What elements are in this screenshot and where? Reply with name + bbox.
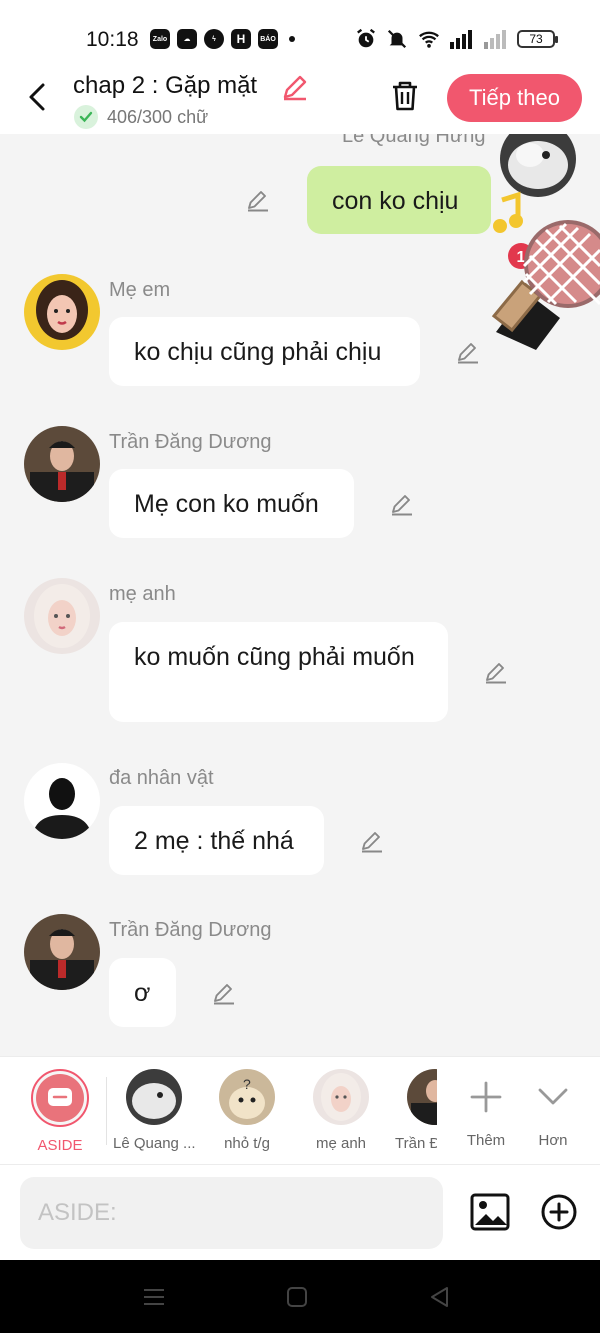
message-bubble[interactable]: ko muốn cũng phải muốn [109, 622, 448, 722]
sender-name: Trần Đăng Dương [109, 919, 272, 941]
message-text: ơ [134, 979, 151, 1007]
avatar [407, 1069, 437, 1125]
chevron-left-icon [29, 83, 45, 111]
character-selector: ASIDE Lê Quang ... ? nhỏ t/g mẹ anh Trần… [0, 1056, 600, 1164]
menu-icon[interactable] [141, 1284, 167, 1310]
avatar[interactable] [500, 134, 576, 197]
avatar[interactable] [24, 426, 100, 502]
avatar[interactable] [24, 763, 100, 839]
aside-avatar [31, 1069, 89, 1127]
avatar [313, 1069, 369, 1125]
word-count: 406/300 chữ [107, 107, 209, 127]
pencil-icon [283, 75, 307, 101]
edit-message-icon[interactable] [389, 491, 415, 517]
signal-icon [450, 30, 472, 49]
status-indicators: 73 [355, 28, 558, 50]
character-label: Trần Đ [395, 1135, 437, 1152]
insert-image-button[interactable] [470, 1192, 510, 1232]
character-label: Lê Quang ... [113, 1135, 195, 1152]
selector-divider [106, 1077, 107, 1145]
avatar: ? [219, 1069, 275, 1125]
status-time: 10:18 [86, 28, 139, 51]
edit-message-icon[interactable] [211, 980, 237, 1006]
avatar[interactable] [24, 274, 100, 350]
status-bar: 10:18 Zalo ☁ ϟ H BÁO 73 [0, 0, 600, 72]
character-label: nhỏ t/g [224, 1135, 270, 1152]
message-text: ko muốn cũng phải muốn [134, 643, 415, 671]
message-text: 2 mẹ : thế nhá [134, 827, 294, 855]
chapter-header: chap 2 : Gặp mặt 406/300 chữ Tiếp theo [0, 72, 600, 134]
add-character-button[interactable]: Thêm [451, 1069, 521, 1149]
sender-name: Trần Đăng Dương [109, 431, 272, 453]
more-button[interactable]: Hơn [518, 1069, 588, 1149]
message-text: ko chịu cũng phải chịu [134, 338, 382, 366]
system-navigation-bar [0, 1260, 600, 1333]
baomoi-icon: BÁO [258, 29, 278, 49]
character-label: ASIDE [37, 1137, 83, 1154]
add-label: Thêm [466, 1132, 506, 1149]
battery-indicator: 73 [517, 30, 558, 48]
plus-circle-icon [541, 1194, 577, 1230]
home-icon[interactable] [284, 1284, 310, 1310]
sender-name: đa nhân vật [109, 767, 214, 789]
plus-icon [470, 1081, 502, 1113]
aside-icon [48, 1088, 72, 1106]
messenger-icon: ϟ [204, 29, 224, 49]
avatar [126, 1069, 182, 1125]
sender-name: Lê Quang Hưng [342, 134, 486, 147]
mute-icon [387, 29, 407, 49]
alarm-icon [357, 28, 375, 48]
input-bar [0, 1164, 600, 1260]
edit-message-icon[interactable] [455, 339, 481, 365]
next-button[interactable]: Tiếp theo [447, 74, 582, 122]
message-text: con ko chịu [332, 187, 459, 215]
svg-text:?: ? [243, 1076, 251, 1092]
zalo-icon: Zalo [150, 29, 170, 49]
edit-message-icon[interactable] [483, 659, 509, 685]
chapter-title[interactable]: chap 2 : Gặp mặt [73, 72, 257, 100]
character-item[interactable]: Trần Đ [395, 1069, 437, 1152]
sender-name: Mẹ em [109, 279, 171, 301]
music-sticker[interactable]: 1 [486, 190, 600, 360]
character-item[interactable]: Lê Quang ... [113, 1069, 195, 1152]
character-label: mẹ anh [315, 1135, 367, 1152]
message-bubble[interactable]: con ko chịu [307, 166, 491, 234]
character-aside[interactable]: ASIDE [20, 1069, 100, 1154]
edit-title-button[interactable] [280, 72, 310, 107]
avatar[interactable] [24, 578, 100, 654]
image-icon [470, 1193, 510, 1231]
wifi-icon [419, 31, 439, 48]
message-bubble[interactable]: ko chịu cũng phải chịu [109, 317, 420, 386]
back-nav-icon[interactable] [427, 1284, 453, 1310]
character-item[interactable]: ? nhỏ t/g [207, 1069, 287, 1152]
edit-message-icon[interactable] [245, 187, 271, 213]
message-bubble[interactable]: Mẹ con ko muốn [109, 469, 354, 538]
character-item[interactable]: mẹ anh [301, 1069, 381, 1152]
more-label: Hơn [538, 1132, 568, 1149]
h-app-icon: H [231, 29, 251, 49]
back-button[interactable] [20, 80, 54, 114]
notification-dot-icon [289, 36, 295, 42]
avatar[interactable] [24, 914, 100, 990]
sender-name: mẹ anh [109, 583, 176, 605]
status-app-icons: Zalo ☁ ϟ H BÁO [150, 29, 295, 49]
chevron-down-icon [538, 1088, 568, 1105]
signal-2-icon [484, 30, 506, 49]
chat-icon: ☁ [177, 29, 197, 49]
check-icon [74, 105, 98, 129]
message-bubble[interactable]: ơ [109, 958, 176, 1027]
add-more-button[interactable] [540, 1193, 578, 1231]
message-text: Mẹ con ko muốn [134, 490, 319, 518]
edit-message-icon[interactable] [359, 828, 385, 854]
message-bubble[interactable]: 2 mẹ : thế nhá [109, 806, 324, 875]
delete-button[interactable] [387, 78, 423, 114]
message-input[interactable] [20, 1177, 443, 1249]
trash-icon [393, 81, 417, 111]
